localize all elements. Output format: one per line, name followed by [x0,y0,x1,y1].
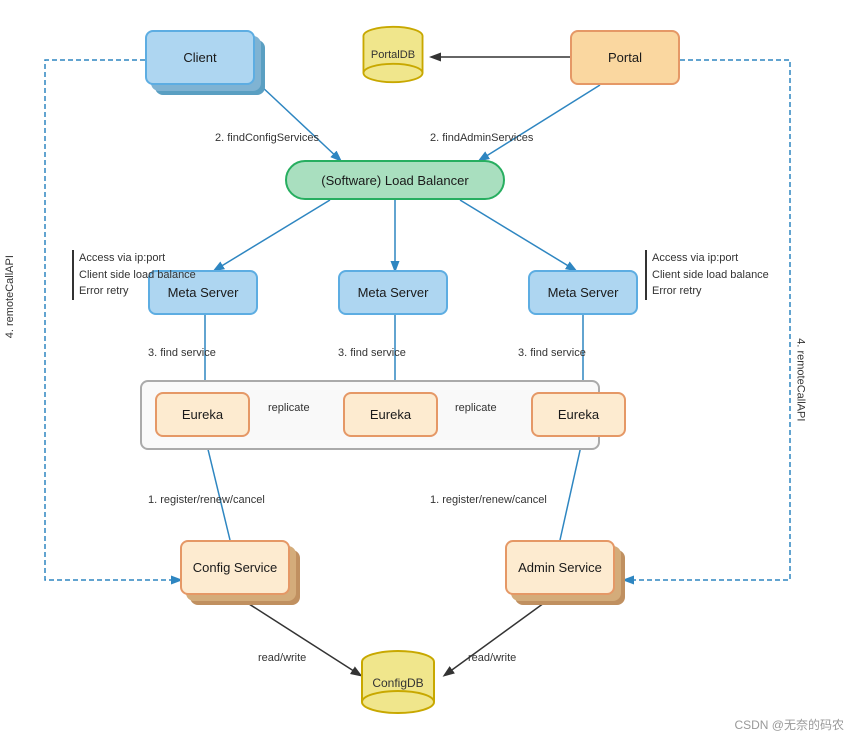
lb-node: (Software) Load Balancer [285,160,505,200]
eureka1-label: Eureka [182,407,223,422]
portal-node: Portal [570,30,680,85]
client-label: Client [183,50,216,65]
remote-call-right-label: 4. remoteCallAPI [792,338,809,421]
arrows-svg [0,0,856,741]
replicate-2-label: replicate [455,400,497,417]
config-label: Config Service [193,560,278,575]
meta3-label: Meta Server [548,285,619,300]
eureka-3-node: Eureka [531,392,626,437]
config-service-node: Config Service [180,540,290,595]
admin-service-node: Admin Service [505,540,615,595]
register-2-label: 1. register/renew/cancel [430,492,547,509]
annotation-right: Access via ip:port Client side load bala… [645,250,785,300]
find-admin-label: 2. findAdminServices [430,130,533,147]
diagram: Client Portal PortalDB (Software) Load B… [0,0,856,741]
lb-label: (Software) Load Balancer [321,173,468,188]
svg-text:PortalDB: PortalDB [371,49,415,61]
eureka-2-node: Eureka [343,392,438,437]
find-service-2-label: 3. find service [338,345,406,362]
client-node: Client [145,30,255,85]
eureka2-label: Eureka [370,407,411,422]
admin-label: Admin Service [518,560,602,575]
annotation-left: Access via ip:port Client side load bala… [72,250,212,300]
read-write-1-label: read/write [258,650,306,667]
meta2-label: Meta Server [358,285,429,300]
find-service-1-label: 3. find service [148,345,216,362]
watermark: CSDN @无奈的码农 [734,716,844,733]
remote-call-left-label: 4. remoteCallAPI [2,255,19,338]
find-service-3-label: 3. find service [518,345,586,362]
portaldb-shape: PortalDB [358,25,428,85]
svg-text:ConfigDB: ConfigDB [372,676,423,690]
meta-server-3-node: Meta Server [528,270,638,315]
replicate-1-label: replicate [268,400,310,417]
meta-server-2-node: Meta Server [338,270,448,315]
portal-label: Portal [608,50,642,65]
register-1-label: 1. register/renew/cancel [148,492,265,509]
eureka3-label: Eureka [558,407,599,422]
eureka-1-node: Eureka [155,392,250,437]
read-write-2-label: read/write [468,650,516,667]
configdb-shape: ConfigDB [358,650,438,715]
find-config-label: 2. findConfigServices [215,130,319,147]
